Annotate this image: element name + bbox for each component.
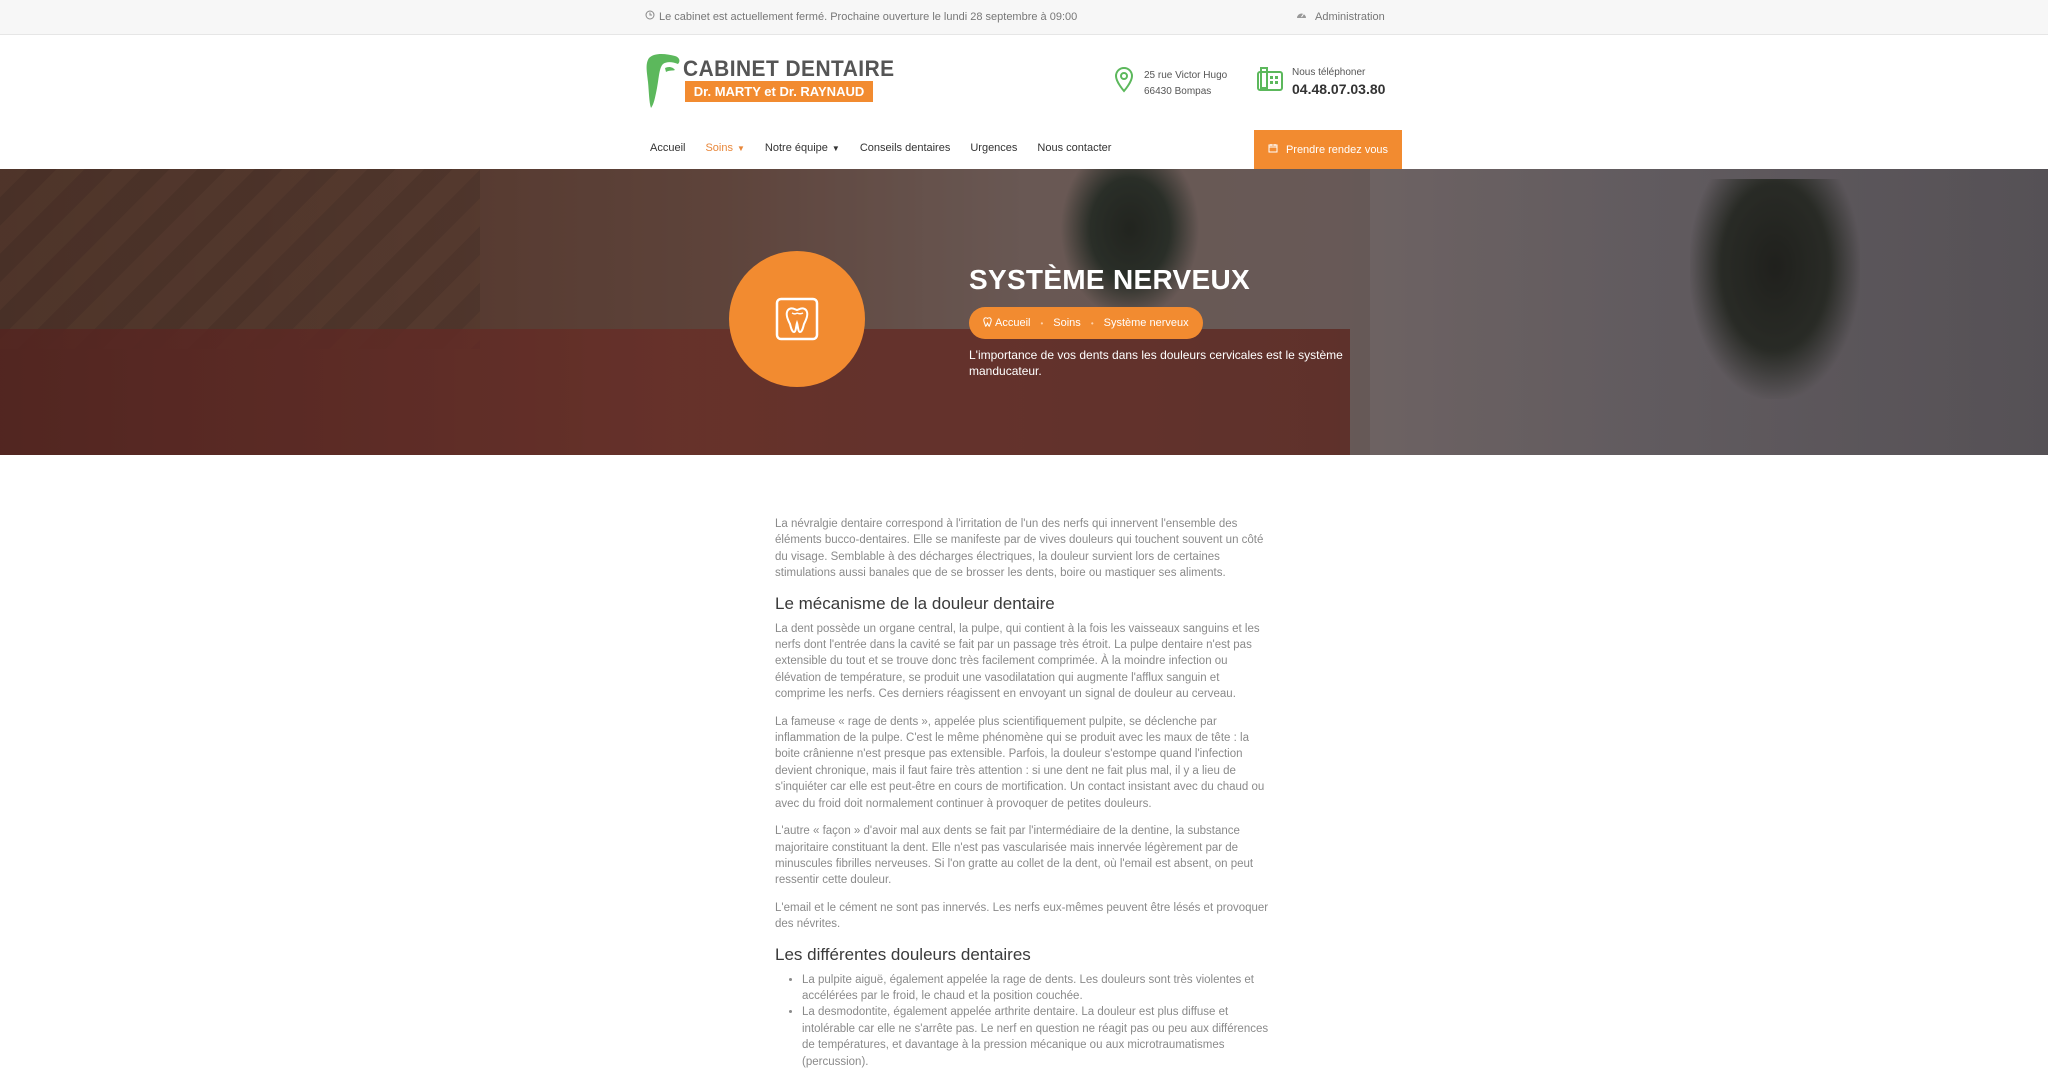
section-heading: Les différentes douleurs dentaires [775,944,1031,964]
phone-number[interactable]: 04.48.07.03.80 [1292,80,1385,98]
site-header: CABINET DENTAIRE Dr. MARTY et Dr. RAYNAU… [0,36,2048,169]
address-block: 25 rue Victor Hugo 66430 Bompas [1114,66,1227,100]
nav-item-accueil[interactable]: Accueil [650,142,685,154]
fax-phone-icon [1256,66,1284,97]
dental-xray-icon [775,297,819,341]
calendar-icon [1268,143,1278,156]
article-content: La névralgie dentaire correspond à l'irr… [775,516,1270,1070]
paragraph: La fameuse « rage de dents », appelée pl… [775,715,1265,810]
logo-title: CABINET DENTAIRE [683,56,895,81]
appointment-button[interactable]: Prendre rendez vous [1254,130,1402,169]
address-line-2: 66430 Bompas [1144,86,1212,97]
address-line-1: 25 rue Victor Hugo [1144,70,1228,81]
clock-icon [645,10,655,23]
site-logo[interactable]: CABINET DENTAIRE Dr. MARTY et Dr. RAYNAU… [645,52,894,112]
hero-icon-circle [729,251,865,387]
nav-item-notre-equipe[interactable]: Notre équipe ▼ [765,142,840,154]
paragraph: L'autre « façon » d'avoir mal aux dents … [775,825,1254,887]
nav-item-conseils[interactable]: Conseils dentaires [860,142,951,154]
dashboard-icon [1296,10,1307,23]
breadcrumb-current: Système nerveux [1103,317,1189,329]
opening-status: Le cabinet est actuellement fermé. Proch… [645,10,1077,23]
page-title: SYSTÈME NERVEUX [969,264,1250,295]
top-bar: Le cabinet est actuellement fermé. Proch… [0,0,2048,35]
admin-link-label: Administration [1315,10,1385,23]
nav-item-label: Conseils dentaires [859,142,951,154]
nav-item-contact[interactable]: Nous contacter [1037,142,1111,154]
breadcrumb-separator: • [1090,318,1094,328]
phone-label: Nous téléphoner [1292,67,1366,78]
nav-item-label: Accueil [650,142,686,154]
tooth-icon [983,316,992,330]
paragraph: L'email et le cément ne sont pas innervé… [775,901,1269,931]
main-nav: Accueil Soins ▼ Notre équipe ▼ Conseils … [650,142,1111,154]
nav-item-soins[interactable]: Soins ▼ [705,142,744,154]
breadcrumb-separator: • [1040,318,1044,328]
appointment-button-label: Prendre rendez vous [1285,143,1389,156]
section-heading: Le mécanisme de la douleur dentaire [775,593,1055,613]
breadcrumb-soins[interactable]: Soins [1053,317,1081,329]
admin-link[interactable]: Administration [1296,10,1385,23]
breadcrumb: Accueil • Soins • Système nerveux [969,307,1203,339]
chevron-down-icon: ▼ [737,143,745,153]
nav-item-label: Notre équipe [764,142,828,154]
chevron-down-icon: ▼ [831,143,840,153]
logo-subtitle: Dr. MARTY et Dr. RAYNAUD [685,81,873,102]
nav-item-label: Urgences [970,142,1018,154]
pain-types-list: La pulpite aiguë, également appelée la r… [802,972,1270,1070]
opening-status-text: Le cabinet est actuellement fermé. Proch… [659,10,1078,23]
phone-block[interactable]: Nous téléphoner 04.48.07.03.80 [1256,66,1385,98]
list-item: La pulpite aiguë, également appelée la r… [802,972,1270,1005]
paragraph: La dent possède un organe central, la pu… [775,622,1260,701]
nav-item-urgences[interactable]: Urgences [970,142,1017,154]
list-item: La desmodontite, également appelée arthr… [802,1004,1270,1070]
intro-paragraph: La névralgie dentaire correspond à l'irr… [775,518,1264,580]
map-pin-icon [1114,66,1134,99]
nav-item-label: Soins [705,142,733,154]
hero-description: L'importance de vos dents dans les doule… [969,348,1343,378]
page-hero: SYSTÈME NERVEUX Accueil • Soins • Systèm… [0,169,2048,455]
breadcrumb-home-label: Accueil [995,317,1031,329]
breadcrumb-home[interactable]: Accueil [983,316,1031,330]
tooth-logo-icon [646,54,680,108]
nav-item-label: Nous contacter [1037,142,1112,154]
